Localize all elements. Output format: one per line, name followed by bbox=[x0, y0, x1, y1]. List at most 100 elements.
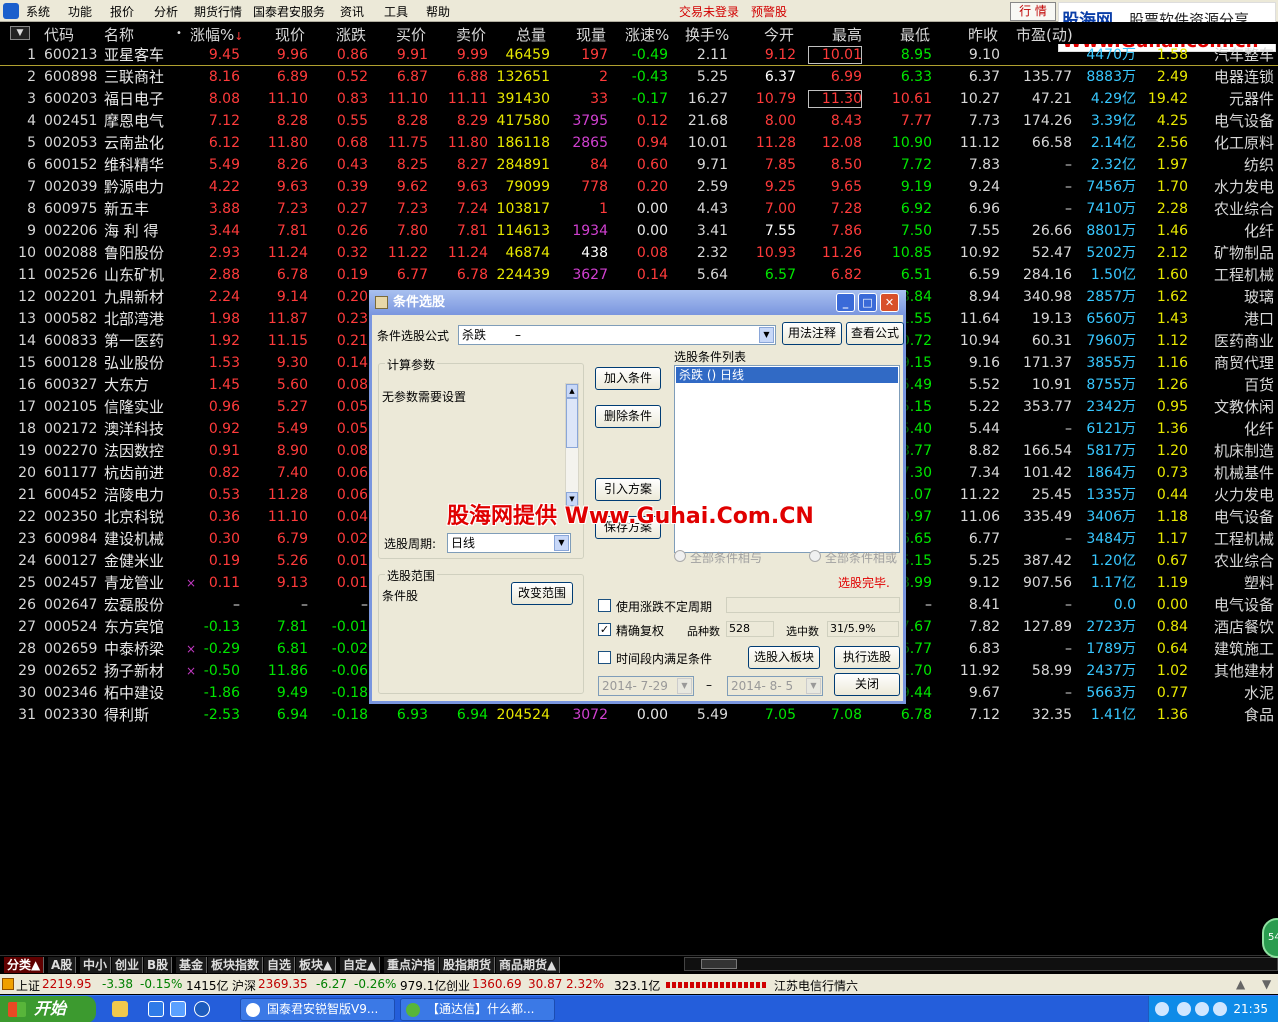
table-row[interactable]: 4 002451 摩恩电气 7.12 8.28 0.55 8.28 8.29 417580 379… bbox=[0, 110, 1278, 132]
table-row[interactable]: 31 002330 得利斯 -2.53 6.94 -0.18 6.93 6.94 204524 3… bbox=[0, 704, 1278, 726]
chevron-down-icon[interactable]: ▼ bbox=[759, 327, 774, 343]
app-quick-icon[interactable] bbox=[194, 1001, 210, 1017]
cy-label[interactable]: 创业 bbox=[446, 977, 470, 994]
menu-help[interactable]: 帮助 bbox=[426, 3, 450, 20]
ticker-down-icon[interactable]: ▼ bbox=[1262, 977, 1271, 991]
condition-list-item[interactable]: 杀跌 () 日线 bbox=[676, 367, 898, 383]
horizontal-scrollbar[interactable] bbox=[684, 957, 1278, 971]
table-row[interactable]: 11 002526 山东矿机 2.88 6.78 0.19 6.77 6.78 224439 36… bbox=[0, 264, 1278, 286]
app-icon[interactable] bbox=[3, 3, 19, 19]
chevron-down-icon[interactable]: ▼ bbox=[677, 678, 692, 694]
category-tab[interactable]: 自定▲ bbox=[340, 957, 381, 973]
category-tab[interactable]: 中小 bbox=[80, 957, 112, 973]
category-tab[interactable]: 股指期货 bbox=[440, 957, 496, 973]
start-button[interactable]: 开始 bbox=[0, 996, 96, 1022]
scroll-up-icon[interactable]: ▲ bbox=[566, 384, 578, 398]
delete-condition-button[interactable]: 删除条件 bbox=[595, 405, 661, 428]
scroll-thumb[interactable] bbox=[566, 398, 578, 448]
column-menu-icon[interactable]: ▼ bbox=[10, 26, 30, 40]
category-tab[interactable]: 自选 bbox=[264, 957, 296, 973]
clock[interactable]: 21:35 bbox=[1233, 1002, 1268, 1016]
execute-button[interactable]: 执行选股 bbox=[834, 646, 900, 669]
tray-user-icon[interactable] bbox=[1195, 1002, 1209, 1016]
menu-news[interactable]: 资讯 bbox=[340, 3, 364, 20]
menu-tools[interactable]: 工具 bbox=[384, 3, 408, 20]
menu-analysis[interactable]: 分析 bbox=[154, 3, 178, 20]
formula-select[interactable]: 杀跌 – ▼ bbox=[458, 325, 776, 345]
task-gtja[interactable]: 国泰君安锐智版V9... bbox=[240, 998, 395, 1021]
table-row[interactable]: 10 002088 鲁阳股份 2.93 11.24 0.32 11.22 11.24 46874… bbox=[0, 242, 1278, 264]
menu-gtja-service[interactable]: 国泰君安服务 bbox=[253, 3, 325, 20]
show-desktop-icon[interactable] bbox=[112, 1001, 128, 1017]
col-spd[interactable]: 涨速% bbox=[625, 24, 669, 45]
table-row[interactable]: 3 600203 福日电子 8.08 11.10 0.83 11.10 11.11 391430… bbox=[0, 88, 1278, 110]
col-bid[interactable]: 买价 bbox=[396, 24, 426, 45]
task-tdx[interactable]: 【通达信】什么都... bbox=[400, 998, 555, 1021]
table-row[interactable]: 8 600975 新五丰 3.88 7.23 0.27 7.23 7.24 103817 1 0.0… bbox=[0, 198, 1278, 220]
col-vol[interactable]: 总量 bbox=[516, 24, 546, 45]
category-tab[interactable]: 板块▲ bbox=[296, 957, 337, 973]
category-tab[interactable]: 创业 bbox=[112, 957, 144, 973]
table-row[interactable]: 5 002053 云南盐化 6.12 11.80 0.68 11.75 11.80 186118… bbox=[0, 132, 1278, 154]
menu-function[interactable]: 功能 bbox=[68, 3, 92, 20]
category-tab[interactable]: B股 bbox=[144, 957, 173, 973]
server-name[interactable]: 江苏电信行情六 bbox=[774, 977, 858, 994]
category-tab[interactable]: 商品期货▲ bbox=[496, 957, 561, 973]
chevron-down-icon[interactable]: ▼ bbox=[554, 535, 569, 551]
col-low[interactable]: 最低 bbox=[900, 24, 930, 45]
dialog-titlebar[interactable]: 条件选股 _ □ ✕ bbox=[369, 290, 906, 315]
close-button[interactable]: 关闭 bbox=[834, 673, 900, 696]
menu-futures[interactable]: 期货行情 bbox=[194, 3, 242, 20]
col-price[interactable]: 现价 bbox=[275, 24, 305, 45]
minimize-icon[interactable]: _ bbox=[836, 293, 855, 312]
table-row[interactable]: 9 002206 海 利 得 3.44 7.81 0.26 7.80 7.81 114613 19… bbox=[0, 220, 1278, 242]
ie-icon[interactable] bbox=[148, 1001, 164, 1017]
to-block-button[interactable]: 选股入板块 bbox=[748, 646, 820, 669]
col-open[interactable]: 今开 bbox=[764, 24, 794, 45]
radio-all-or[interactable] bbox=[809, 550, 821, 562]
scroll-thumb[interactable] bbox=[701, 959, 737, 969]
close-icon[interactable]: ✕ bbox=[880, 293, 899, 312]
usage-note-button[interactable]: 用法注释 bbox=[782, 322, 842, 345]
sh-label[interactable]: 上证 bbox=[16, 977, 40, 994]
exright-checkbox[interactable]: ✓ bbox=[598, 623, 611, 636]
params-scrollbar[interactable]: ▲ ▼ bbox=[565, 383, 579, 507]
uncertain-period-checkbox[interactable] bbox=[598, 599, 611, 612]
view-formula-button[interactable]: 查看公式 bbox=[846, 322, 904, 345]
maximize-icon[interactable]: □ bbox=[858, 293, 877, 312]
table-row[interactable]: 2 600898 三联商社 8.16 6.89 0.52 6.87 6.88 132651 2 -0… bbox=[0, 66, 1278, 88]
col-cur[interactable]: 现量 bbox=[576, 24, 606, 45]
menu-quote[interactable]: 报价 bbox=[110, 3, 134, 20]
side-float-badge[interactable]: 54 bbox=[1262, 918, 1278, 958]
date-to-select[interactable]: 2014- 8- 5 ▼ bbox=[727, 676, 823, 696]
hs-label[interactable]: 沪深 bbox=[232, 977, 256, 994]
category-tab[interactable]: 基金 bbox=[176, 957, 208, 973]
timerange-checkbox[interactable] bbox=[598, 651, 611, 664]
table-row[interactable]: 7 002039 黔源电力 4.22 9.63 0.39 9.62 9.63 79099 778 0… bbox=[0, 176, 1278, 198]
browser-icon[interactable] bbox=[170, 1001, 186, 1017]
category-tab[interactable]: 重点沪指 bbox=[384, 957, 440, 973]
col-ask[interactable]: 卖价 bbox=[456, 24, 486, 45]
date-from-select[interactable]: 2014- 7-29 ▼ bbox=[598, 676, 694, 696]
tray-network-icon[interactable] bbox=[1213, 1002, 1227, 1016]
login-status[interactable]: 交易未登录 bbox=[679, 3, 739, 20]
quote-button[interactable]: 行 情 bbox=[1010, 2, 1056, 21]
chevron-down-icon[interactable]: ▼ bbox=[806, 678, 821, 694]
alert-stocks[interactable]: 预警股 bbox=[751, 3, 787, 20]
col-pre[interactable]: 昨收 bbox=[968, 24, 998, 45]
table-row[interactable]: 6 600152 维科精华 5.49 8.26 0.43 8.25 8.27 284891 84 0… bbox=[0, 154, 1278, 176]
add-condition-button[interactable]: 加入条件 bbox=[595, 367, 661, 390]
change-range-button[interactable]: 改变范围 bbox=[511, 582, 573, 605]
col-chg[interactable]: 涨跌 bbox=[336, 24, 366, 45]
menu-system[interactable]: 系统 bbox=[26, 3, 50, 20]
category-tab[interactable]: 分类▲ bbox=[4, 957, 45, 973]
category-tab[interactable]: A股 bbox=[48, 957, 77, 973]
col-turn[interactable]: 换手% bbox=[685, 24, 729, 45]
col-pe[interactable]: 市盈(动) bbox=[1016, 24, 1073, 45]
period-select[interactable]: 日线 ▼ bbox=[447, 533, 571, 553]
col-name[interactable]: 名称 bbox=[104, 24, 134, 45]
category-tab[interactable]: 板块指数 bbox=[208, 957, 264, 973]
ticker-up-icon[interactable]: ▲ bbox=[1236, 977, 1245, 991]
radio-all-and[interactable] bbox=[674, 550, 686, 562]
tray-help-icon[interactable] bbox=[1177, 1002, 1191, 1016]
